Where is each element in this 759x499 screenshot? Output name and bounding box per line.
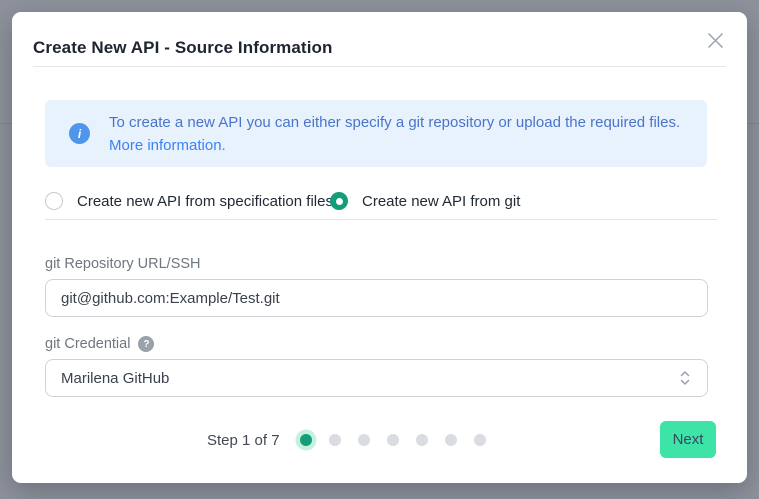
title-divider	[33, 66, 726, 67]
radio-option-from-git[interactable]: Create new API from git	[330, 192, 520, 210]
radio-selected-icon[interactable]	[330, 192, 348, 210]
repo-url-label: git Repository URL/SSH	[45, 256, 201, 272]
credential-selected-value: Marilena GitHub	[61, 369, 170, 387]
help-icon[interactable]: ?	[138, 336, 155, 352]
create-api-modal: Create New API - Source Information i To…	[12, 12, 747, 483]
info-banner: i To create a new API you can either spe…	[45, 100, 707, 167]
step-dot-1	[300, 433, 312, 446]
radio-label-from-git: Create new API from git	[362, 192, 521, 210]
info-icon: i	[69, 123, 90, 144]
step-dots	[300, 433, 486, 446]
radio-unselected-icon[interactable]	[45, 192, 63, 210]
screen-backdrop: Create New API - Source Information i To…	[0, 0, 759, 499]
close-icon	[707, 32, 723, 48]
step-dot-3	[358, 433, 370, 446]
credential-select[interactable]: Marilena GitHub	[45, 359, 708, 397]
info-banner-text: To create a new API you can either speci…	[109, 111, 697, 157]
radio-option-spec-files[interactable]: Create new API from specification files	[45, 192, 333, 210]
credential-label-text: git Credential	[45, 336, 131, 352]
more-information-link[interactable]: More information.	[109, 137, 226, 154]
radio-divider	[45, 219, 717, 220]
step-dot-5	[416, 433, 428, 446]
step-dot-6	[445, 433, 457, 446]
info-banner-message: To create a new API you can either speci…	[109, 113, 681, 131]
credential-label: git Credential ?	[45, 336, 155, 352]
step-dot-7	[474, 433, 486, 446]
radio-label-spec-files: Create new API from specification files	[77, 192, 333, 210]
step-dot-2	[329, 433, 341, 446]
step-dot-4	[387, 433, 399, 446]
close-button[interactable]	[703, 28, 727, 52]
select-chevrons-icon	[680, 371, 690, 385]
modal-title: Create New API - Source Information	[33, 38, 333, 57]
repo-url-input[interactable]	[45, 279, 708, 317]
step-text: Step 1 of 7	[207, 432, 280, 449]
next-button[interactable]: Next	[660, 421, 716, 458]
